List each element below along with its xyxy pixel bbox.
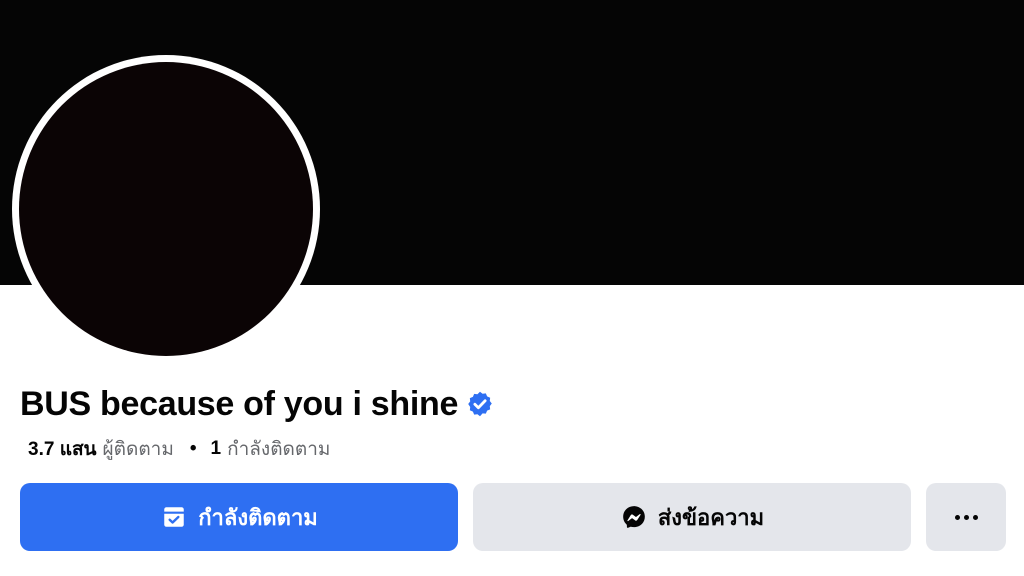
send-message-button[interactable]: ส่งข้อความ [473, 483, 911, 551]
follower-stats: 3.7 แสน ผู้ติดตาม • 1 กำลังติดตาม [28, 436, 330, 462]
send-message-label: ส่งข้อความ [657, 504, 765, 530]
followers-label[interactable]: ผู้ติดตาม [103, 434, 174, 464]
followers-count[interactable]: 3.7 แสน [28, 434, 97, 464]
avatar[interactable] [19, 62, 313, 356]
profile-page: BUS because of you i shine 3.7 แสน ผู้ติ… [0, 0, 1024, 576]
following-button[interactable]: กำลังติดตาม [20, 483, 458, 551]
verified-badge-icon [466, 390, 494, 418]
following-label[interactable]: กำลังติดตาม [227, 434, 330, 464]
profile-header: BUS because of you i shine [20, 382, 494, 426]
stats-separator: • [189, 438, 197, 459]
following-count[interactable]: 1 [211, 438, 222, 460]
more-dots-icon [954, 514, 978, 520]
following-check-icon [160, 503, 188, 531]
more-options-button[interactable] [926, 483, 1006, 551]
following-button-label: กำลังติดตาม [198, 504, 318, 530]
messenger-icon [620, 503, 648, 531]
page-title: BUS because of you i shine [20, 384, 459, 423]
